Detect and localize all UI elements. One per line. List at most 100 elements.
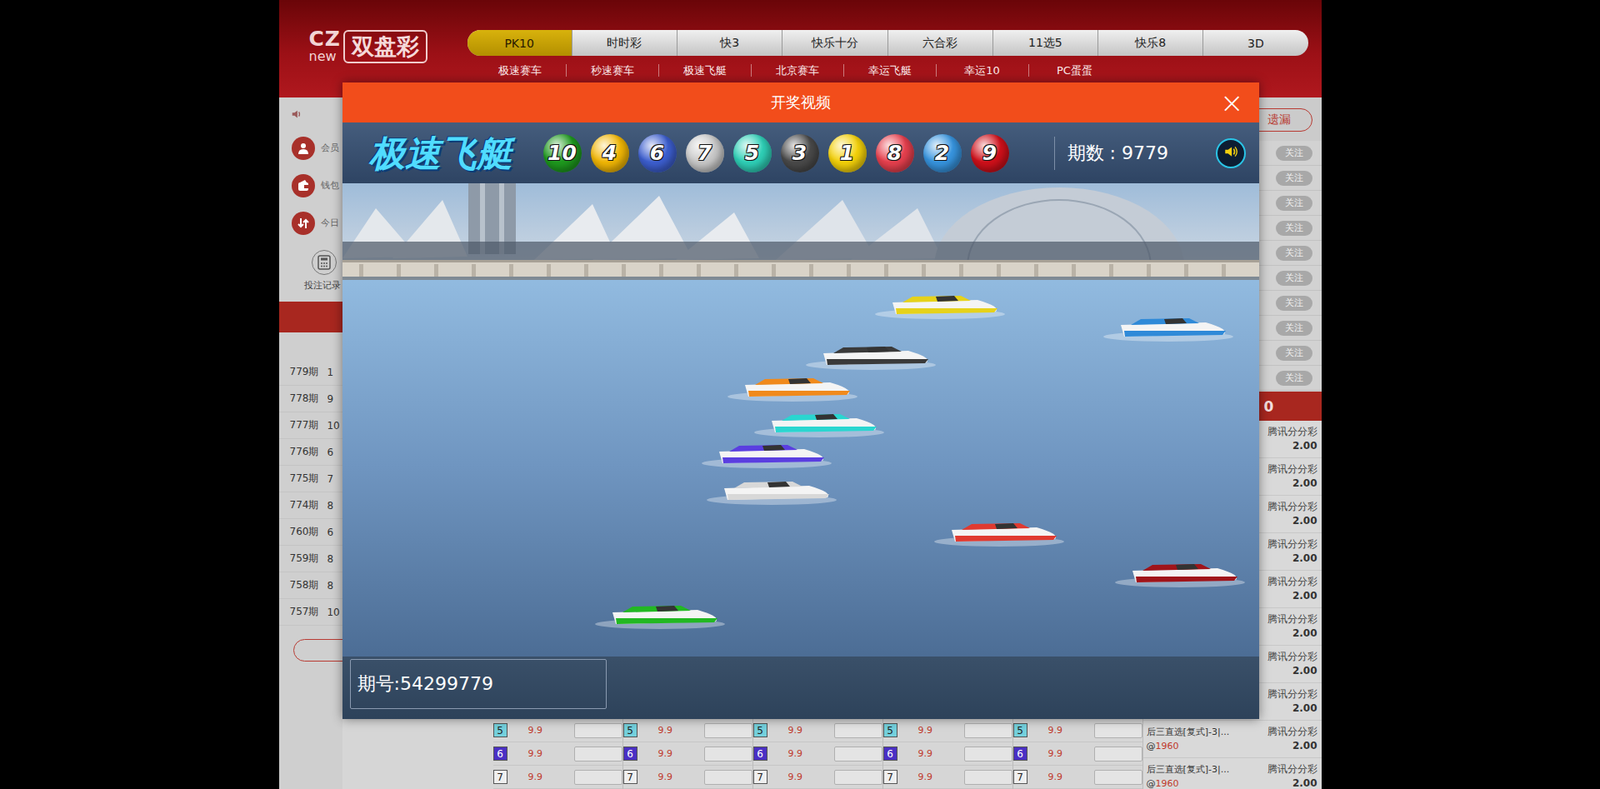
bet-odds: 9.9 <box>658 771 690 783</box>
nav-tab[interactable]: PK10 <box>467 30 572 56</box>
bet-number: 5 <box>753 723 768 738</box>
nav-tab[interactable]: 3D <box>1202 30 1308 56</box>
follow-button[interactable]: 关注 <box>1275 320 1313 336</box>
nav-tab[interactable]: 时时彩 <box>571 30 677 56</box>
follow-button[interactable]: 关注 <box>1275 245 1313 261</box>
modal-header: 开奖视频× <box>342 82 1260 123</box>
bet-row: 59.9 <box>493 719 623 743</box>
close-button[interactable]: × <box>1220 88 1245 117</box>
bet-input[interactable] <box>704 770 753 785</box>
result-ball: 8 <box>875 134 915 173</box>
bet-input[interactable] <box>834 723 883 739</box>
bet-grid: 59.969.979.959.969.979.959.969.979.959.9… <box>342 719 1144 789</box>
sub-nav-item[interactable]: 北京赛车 <box>750 64 844 77</box>
bet-input[interactable] <box>964 746 1013 762</box>
bet-row: 59.9 <box>1013 719 1143 743</box>
sub-nav-item[interactable]: 幸运10 <box>935 64 1029 77</box>
lottery-name: 腾讯分分彩 <box>1267 462 1318 477</box>
result-ball: 1 <box>828 134 867 173</box>
bet-input[interactable] <box>704 723 753 739</box>
nav-tab[interactable]: 快乐8 <box>1097 30 1203 56</box>
nav-tab[interactable]: 六合彩 <box>887 30 993 56</box>
bet-amount: 2.00 <box>1292 476 1318 491</box>
history-issue: 758期 <box>290 578 320 593</box>
history-number: 10 <box>326 420 340 432</box>
ball-number: 4 <box>602 140 617 165</box>
result-ball: 6 <box>638 134 677 173</box>
history-issue: 775期 <box>290 471 320 486</box>
bet-input[interactable] <box>964 723 1013 739</box>
speaker-icon <box>1223 144 1239 163</box>
bet-input[interactable] <box>574 723 623 739</box>
history-issue: 779期 <box>290 365 320 380</box>
sidebar-item[interactable]: 会员 <box>279 129 343 167</box>
sub-nav-item[interactable]: 极速赛车 <box>474 64 566 77</box>
bet-input[interactable] <box>834 770 883 785</box>
sub-nav-item[interactable]: PC蛋蛋 <box>1028 64 1121 77</box>
bet-odds-value: 1960 <box>1155 740 1180 752</box>
history-number: 6 <box>326 446 334 459</box>
nav-tab[interactable]: 11选5 <box>992 30 1098 56</box>
sidebar-item[interactable]: 钱包 <box>279 166 343 205</box>
bet-row: 69.9 <box>883 742 1013 766</box>
history-issue: 760期 <box>290 525 320 540</box>
result-balls: 10467531829 <box>543 134 1010 173</box>
bet-column: 59.969.979.9 <box>883 719 1014 789</box>
follow-button[interactable]: 关注 <box>1275 270 1313 286</box>
bet-odds: 9.9 <box>918 771 950 783</box>
bet-input[interactable] <box>1094 746 1143 762</box>
bet-input[interactable] <box>574 746 623 762</box>
follow-button[interactable]: 关注 <box>1275 345 1313 361</box>
bet-odds: 9.9 <box>528 771 560 783</box>
bet-odds-line: @1960 <box>1146 776 1260 789</box>
bet-summary: 腾讯分分彩2.00 <box>1259 425 1322 454</box>
sidebar-item[interactable]: 今日 <box>279 204 343 242</box>
bet-odds: 9.9 <box>1048 771 1080 783</box>
follow-button[interactable]: 关注 <box>1275 370 1313 386</box>
user-icon <box>291 136 315 160</box>
bet-input[interactable] <box>1094 723 1143 739</box>
bet-odds: 9.9 <box>528 748 560 760</box>
nav-tab[interactable]: 快乐十分 <box>781 30 887 56</box>
history-issue: 776期 <box>290 445 320 460</box>
sub-nav-item[interactable]: 幸运飞艇 <box>843 64 936 77</box>
bet-input[interactable] <box>704 746 753 762</box>
bet-row: 59.9 <box>753 719 883 743</box>
history-issue: 778期 <box>290 391 320 406</box>
bet-input[interactable] <box>964 770 1013 785</box>
sound-button[interactable] <box>1215 138 1246 169</box>
bet-row: 69.9 <box>1013 742 1143 766</box>
bet-odds: 9.9 <box>788 748 820 760</box>
bet-number: 7 <box>623 770 638 785</box>
more-button[interactable] <box>293 639 343 662</box>
lottery-name: 腾讯分分彩 <box>1267 537 1318 552</box>
history-number: 9 <box>326 393 334 405</box>
follow-button[interactable]: 关注 <box>1275 145 1313 161</box>
lottery-name: 腾讯分分彩 <box>1267 725 1318 740</box>
bet-row: 79.9 <box>493 765 623 789</box>
follow-button[interactable]: 关注 <box>1275 220 1313 236</box>
lottery-name: 腾讯分分彩 <box>1267 575 1318 590</box>
bet-input[interactable] <box>574 770 623 785</box>
follow-button[interactable]: 关注 <box>1275 170 1313 186</box>
bet-input[interactable] <box>834 746 883 762</box>
result-ball: 3 <box>780 134 820 173</box>
bet-summary: 腾讯分分彩2.00 <box>1259 575 1322 604</box>
race-video <box>342 183 1260 657</box>
follow-button[interactable]: 关注 <box>1275 295 1313 311</box>
bet-record[interactable]: 投注记录 <box>279 250 343 292</box>
bet-detail: 后三直选[复式]-3|...@1960 <box>1143 762 1260 789</box>
bet-record-row: 后三直选[复式]-3|...@1960腾讯分分彩2.00 <box>1143 720 1322 759</box>
history-number: 10 <box>326 606 340 619</box>
follow-button[interactable]: 关注 <box>1275 195 1313 211</box>
bet-summary: 腾讯分分彩2.00 <box>1259 500 1322 529</box>
result-ball: 5 <box>733 134 772 173</box>
bet-number: 6 <box>493 746 508 761</box>
nav-tab[interactable]: 快3 <box>676 30 782 56</box>
sub-nav-item[interactable]: 极速飞艇 <box>658 64 751 77</box>
bet-summary: 腾讯分分彩2.00 <box>1259 687 1322 716</box>
volume[interactable] <box>279 108 343 122</box>
bet-input[interactable] <box>1094 770 1143 785</box>
sub-nav-item[interactable]: 秒速赛车 <box>565 64 659 77</box>
result-bar: 极速飞艇10467531829期数 : 9779 <box>342 122 1260 184</box>
